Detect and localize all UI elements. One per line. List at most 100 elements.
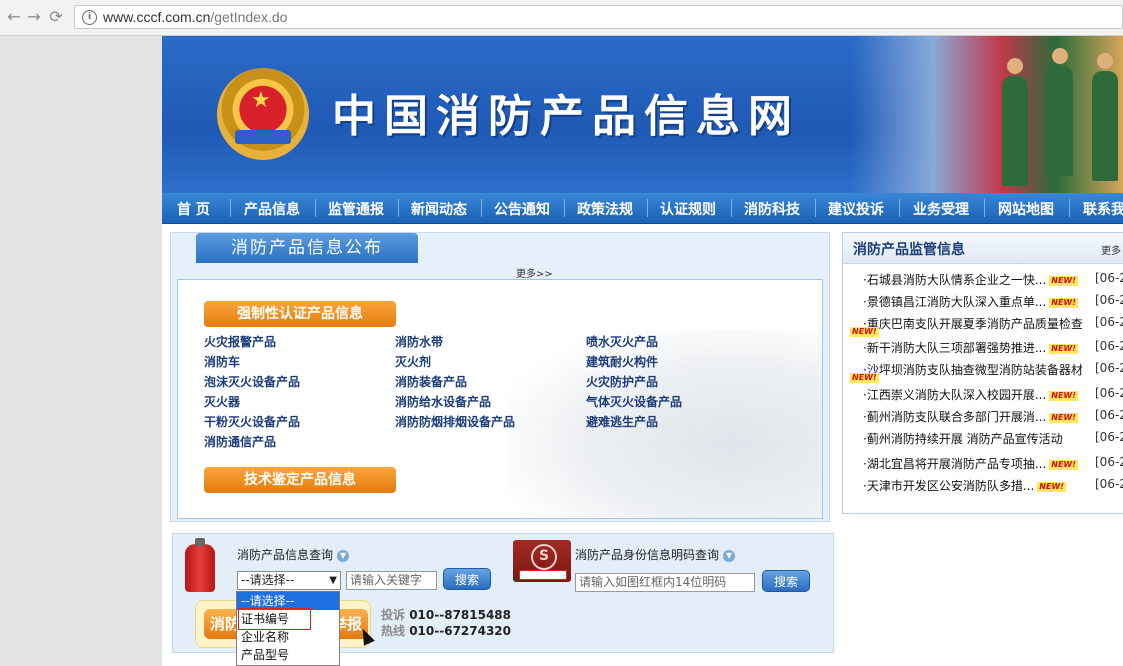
chevron-down-icon[interactable]: ▼	[723, 549, 736, 562]
hotline-row: 热线 010--67274320	[381, 623, 511, 639]
product-link[interactable]: 火灾防护产品	[586, 373, 658, 390]
nav-notices[interactable]: 公告通知	[494, 199, 550, 219]
product-link[interactable]: 火灾报警产品	[204, 333, 276, 350]
nav-supervision[interactable]: 监管通报	[328, 199, 384, 219]
query-type-select[interactable]: --请选择-- ▼	[237, 571, 341, 590]
keyword-input[interactable]: 请输入关键字	[346, 571, 437, 590]
nav-cert-rules[interactable]: 认证规则	[660, 199, 716, 219]
publish-panel-title: 消防产品信息公布	[196, 233, 418, 263]
product-link[interactable]: 消防通信产品	[204, 433, 276, 450]
dropdown-option[interactable]: 产品型号	[237, 646, 339, 664]
soldier-figure	[1002, 58, 1028, 186]
product-link[interactable]: 灭火剂	[395, 353, 431, 370]
news-title[interactable]: ·沙坪坝消防支队抽查微型消防站装备器材	[863, 361, 1083, 378]
nav-products[interactable]: 产品信息	[244, 199, 300, 219]
product-query-label: 消防产品信息查询 ▼	[237, 546, 350, 563]
code-search-button[interactable]: 搜索	[762, 570, 810, 592]
product-link[interactable]: 气体灭火设备产品	[586, 393, 682, 410]
news-title[interactable]: ·石城县消防大队情系企业之一快... NEW!	[863, 271, 1078, 288]
select-value: --请选择--	[241, 573, 295, 587]
nav-contact[interactable]: 联系我	[1083, 199, 1123, 219]
site-title: 中国消防产品信息网	[332, 91, 800, 142]
news-title[interactable]: ·新干消防大队三项部署强势推进... NEW!	[863, 339, 1078, 356]
back-icon[interactable]: ←	[4, 7, 24, 27]
police-emblem-logo: ★	[217, 68, 309, 160]
news-title[interactable]: ·天津市开发区公安消防队多措... NEW!	[863, 477, 1066, 494]
news-item[interactable]: ·蓟州消防持续开展 消防产品宣传活动 [06-2	[843, 428, 1123, 450]
dropdown-option[interactable]: 企业名称	[237, 628, 339, 646]
soldier-figure	[1047, 48, 1073, 176]
news-item[interactable]: ·新干消防大队三项部署强势推进...NEW! [06-2	[843, 337, 1123, 359]
product-link[interactable]: 干粉灭火设备产品	[204, 413, 300, 430]
news-title-text: ·蓟州消防支队联合多部门开展消...	[863, 410, 1047, 424]
code-input[interactable]: 请输入如图红框内14位明码	[575, 573, 755, 592]
news-item[interactable]: ·蓟州消防支队联合多部门开展消...NEW! [06-2	[843, 406, 1123, 428]
product-search-button[interactable]: 搜索	[443, 568, 491, 590]
news-title[interactable]: ·江西崇义消防大队深入校园开展... NEW!	[863, 386, 1078, 403]
nav-news[interactable]: 新闻动态	[411, 199, 467, 219]
product-query-text: 消防产品信息查询	[237, 548, 334, 562]
nav-sitemap[interactable]: 网站地图	[998, 199, 1054, 219]
news-date: [06-2	[1095, 315, 1123, 329]
news-title[interactable]: ·湖北宜昌将开展消防产品专项抽... NEW!	[863, 455, 1078, 472]
news-item[interactable]: ·天津市开发区公安消防队多措...NEW! [06-2	[843, 475, 1123, 497]
new-badge: NEW!	[1049, 343, 1078, 354]
new-badge: NEW!	[850, 327, 879, 337]
news-title[interactable]: ·蓟州消防持续开展 消防产品宣传活动	[863, 430, 1063, 447]
nav-divider	[984, 199, 985, 217]
news-date: [06-2	[1095, 430, 1123, 444]
news-item[interactable]: ·沙坪坝消防支队抽查微型消防站装备器材 NEW! [06-2	[843, 359, 1123, 383]
news-title[interactable]: ·重庆巴南支队开展夏季消防产品质量检查	[863, 315, 1083, 332]
site-info-icon[interactable]: i	[82, 10, 97, 25]
nav-fire-tech[interactable]: 消防科技	[744, 199, 800, 219]
product-link[interactable]: 消防装备产品	[395, 373, 467, 390]
chevron-down-icon[interactable]: ▼	[337, 549, 350, 562]
news-date: [06-2	[1095, 293, 1123, 307]
certificate-image: S	[513, 540, 571, 582]
news-date: [06-2	[1095, 271, 1123, 285]
nav-business[interactable]: 业务受理	[913, 199, 969, 219]
product-link[interactable]: 消防车	[204, 353, 240, 370]
supervision-panel: 消防产品监管信息 更多 ·石城县消防大队情系企业之一快...NEW! [06-2…	[842, 232, 1123, 514]
nav-complaints[interactable]: 建议投诉	[828, 199, 884, 219]
tech-products-header[interactable]: 技术鉴定产品信息	[204, 467, 396, 493]
nav-divider	[398, 199, 399, 217]
nav-policies[interactable]: 政策法规	[577, 199, 633, 219]
new-badge: NEW!	[1049, 297, 1078, 308]
product-link[interactable]: 消防水带	[395, 333, 443, 350]
product-link[interactable]: 消防给水设备产品	[395, 393, 491, 410]
news-title[interactable]: ·景德镇昌江消防大队深入重点单... NEW!	[863, 293, 1078, 310]
product-link[interactable]: 灭火器	[204, 393, 240, 410]
product-link[interactable]: 建筑耐火构件	[586, 353, 658, 370]
dropdown-arrow-icon[interactable]: ▼	[329, 572, 337, 589]
nav-divider	[230, 199, 231, 217]
more-link[interactable]: 更多	[1101, 242, 1121, 257]
reload-icon[interactable]: ⟳	[46, 7, 66, 27]
news-item[interactable]: ·重庆巴南支队开展夏季消防产品质量检查 NEW! [06-2	[843, 313, 1123, 337]
product-link[interactable]: 泡沫灭火设备产品	[204, 373, 300, 390]
parade-banner-image	[852, 36, 1123, 193]
nav-home[interactable]: 首 页	[177, 199, 210, 219]
page: ★ 中国消防产品信息网 首 页 产品信息 监管通报 新闻动态 公告通知 政策法规…	[162, 36, 1123, 666]
cert-products-header[interactable]: 强制性认证产品信息	[204, 301, 396, 327]
product-link[interactable]: 避难逃生产品	[586, 413, 658, 430]
news-title[interactable]: ·蓟州消防支队联合多部门开展消... NEW!	[863, 408, 1078, 425]
news-item[interactable]: ·景德镇昌江消防大队深入重点单...NEW! [06-2	[843, 291, 1123, 313]
news-item[interactable]: ·石城县消防大队情系企业之一快...NEW! [06-2	[843, 269, 1123, 291]
news-title-text: ·天津市开发区公安消防队多措...	[863, 479, 1035, 493]
forward-icon[interactable]: →	[24, 7, 44, 27]
news-title-text: ·湖北宜昌将开展消防产品专项抽...	[863, 457, 1047, 471]
product-link[interactable]: 消防防烟排烟设备产品	[395, 413, 515, 430]
news-item[interactable]: ·湖北宜昌将开展消防产品专项抽...NEW! [06-2	[843, 453, 1123, 475]
supervision-title: 消防产品监管信息	[853, 242, 965, 258]
browser-toolbar: ← → ⟳ i www.cccf.com.cn/getIndex.do	[0, 0, 1123, 36]
address-bar[interactable]: i www.cccf.com.cn/getIndex.do	[74, 5, 1123, 29]
product-list-box: 强制性认证产品信息 火灾报警产品 消防水带 喷水灭火产品 消防车 灭火剂 建筑耐…	[177, 279, 823, 519]
cert-seal-icon: S	[531, 544, 557, 570]
id-query-text: 消防产品身份信息明码查询	[575, 548, 720, 562]
product-link[interactable]: 喷水灭火产品	[586, 333, 658, 350]
more-link[interactable]: 更多>>	[516, 265, 553, 280]
news-item[interactable]: ·江西崇义消防大队深入校园开展...NEW! [06-2	[843, 384, 1123, 406]
office-background-image	[508, 330, 822, 518]
news-title-text: ·江西崇义消防大队深入校园开展...	[863, 388, 1047, 402]
